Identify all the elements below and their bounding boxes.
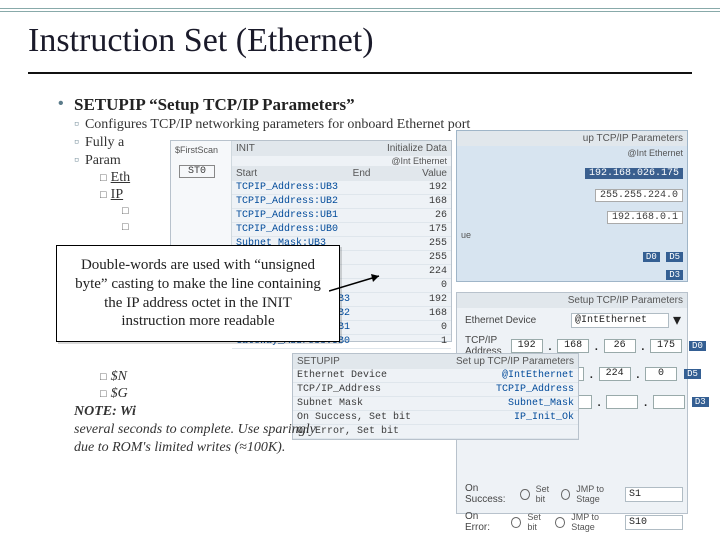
s3-onerror: On Error: Set bit JMP to Stage S10 bbox=[457, 508, 687, 536]
lower-text: □$N □$G NOTE: Wi several seconds to comp… bbox=[74, 368, 454, 456]
init-header: INITInitialize Data bbox=[232, 141, 451, 156]
screenshot-tcpip-top: up TCP/IP Parameters @Int Ethernet 192.1… bbox=[456, 130, 688, 282]
bullet-marker: • bbox=[58, 95, 64, 113]
s2-title: up TCP/IP Parameters bbox=[457, 131, 687, 146]
s3-onsuccess: On Success: Set bit JMP to Stage S1 bbox=[457, 480, 687, 508]
s2-sm-chip: 255.255.224.0 bbox=[595, 189, 683, 202]
init-row: TCPIP_Address:UB2168 bbox=[232, 195, 451, 209]
callout-box: Double-words are used with “unsigned byt… bbox=[56, 245, 340, 342]
bullet-1: • SETUPIP “Setup TCP/IP Parameters” bbox=[40, 95, 692, 115]
divider-top bbox=[0, 8, 720, 12]
init-row: TCPIP_Address:UB3192 bbox=[232, 181, 451, 195]
bullet-1-text: SETUPIP “Setup TCP/IP Parameters” bbox=[74, 95, 355, 114]
s3-title: Setup TCP/IP Parameters bbox=[457, 293, 687, 308]
init-device: @Int Ethernet bbox=[232, 156, 451, 166]
s2-device: @Int Ethernet bbox=[457, 146, 687, 160]
screenshot-setupip-dialog: Setup TCP/IP Parameters Ethernet Device@… bbox=[456, 292, 688, 514]
s2-ip-chip: 192.168.026.175 bbox=[585, 168, 683, 179]
s2-ue: ue bbox=[457, 226, 687, 244]
ladder-contact: ST0 bbox=[179, 165, 215, 178]
callout-arrow-icon bbox=[329, 266, 399, 316]
init-row: TCPIP_Address:UB126 bbox=[232, 209, 451, 223]
divider-under-title bbox=[28, 70, 692, 74]
s3-row-dev: Ethernet Device@IntEthernet▾ bbox=[457, 308, 687, 332]
firstscan-label: $FirstScan bbox=[171, 141, 231, 159]
init-row: TCPIP_Address:UB0175 bbox=[232, 223, 451, 237]
init-cols: StartEndValue bbox=[232, 166, 451, 181]
callout-text: Double-words are used with “unsigned byt… bbox=[75, 257, 321, 329]
s2-gw-chip: 192.168.0.1 bbox=[607, 211, 683, 224]
page-title: Instruction Set (Ethernet) bbox=[28, 22, 374, 60]
